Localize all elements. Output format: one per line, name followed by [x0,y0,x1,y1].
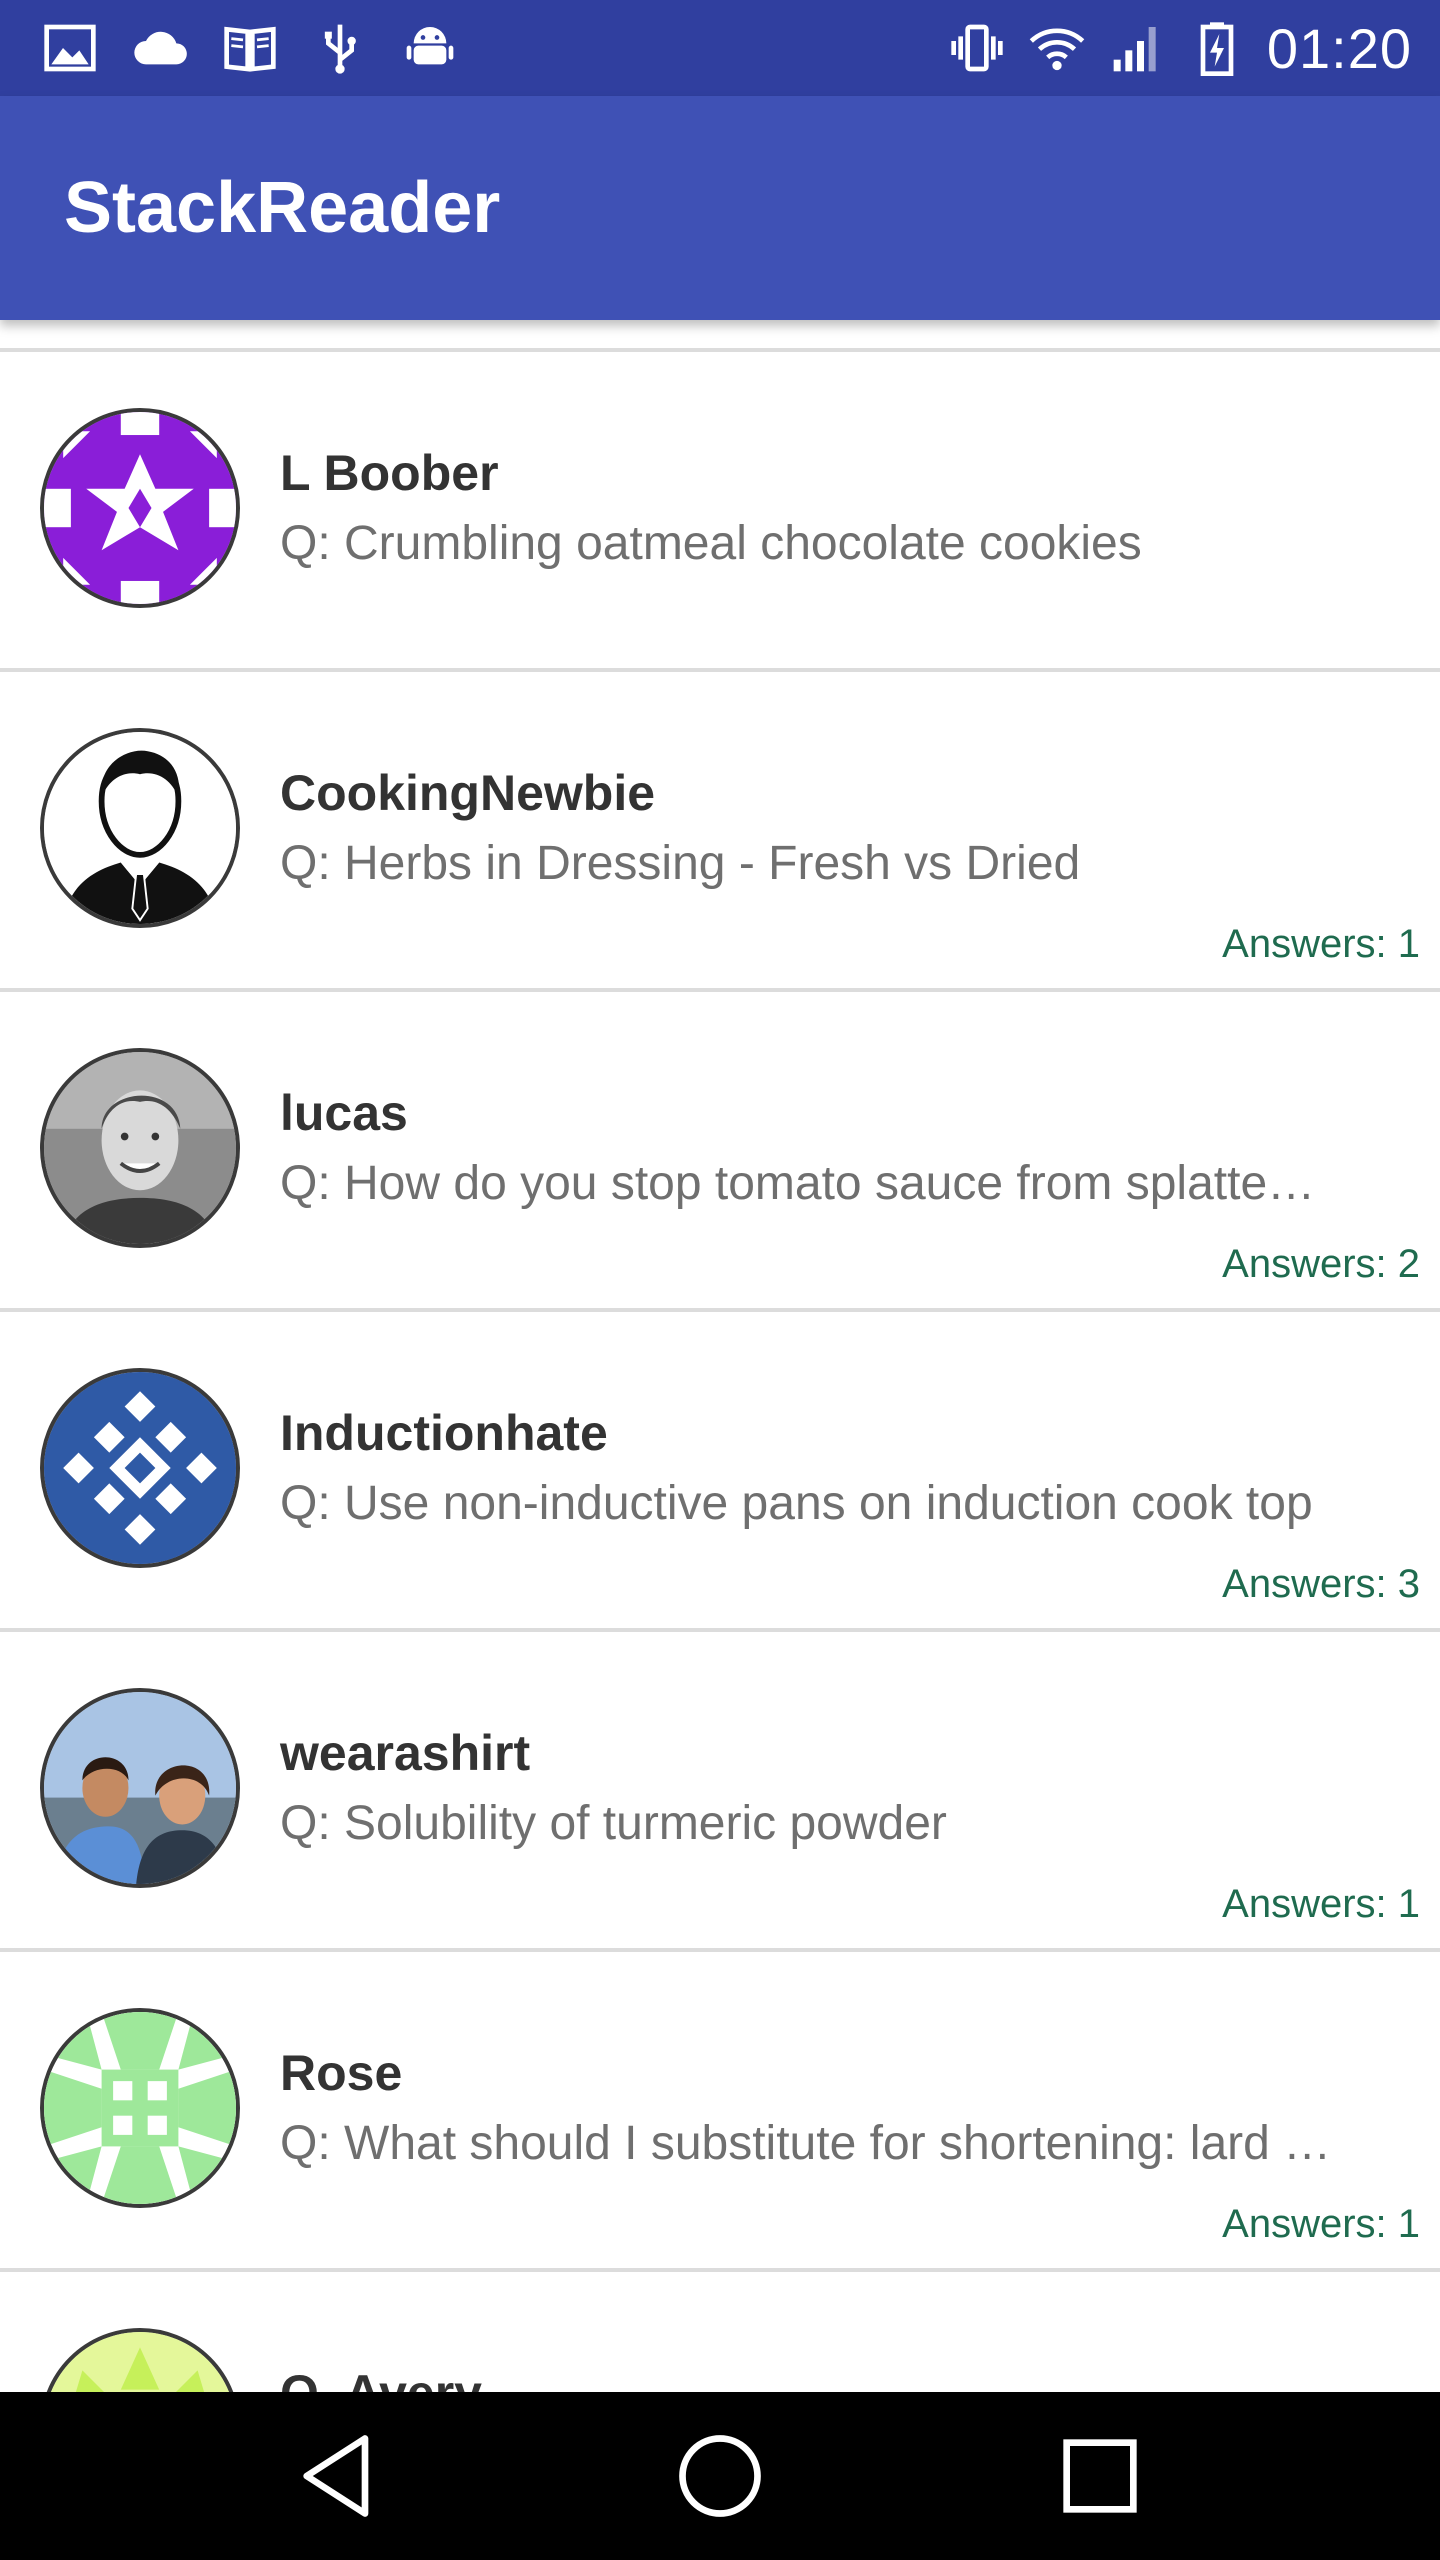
clock: 01:20 [1266,16,1412,80]
back-icon [303,2435,369,2517]
app-bar: StackReader [0,96,1440,320]
user-name: L Boober [280,445,499,501]
question-item[interactable]: wearashirt Q: Solubility of turmeric pow… [0,1632,1440,1952]
system-icons: 01:20 [947,0,1412,96]
user-name: lucas [280,1085,408,1141]
avatar [40,1048,240,1248]
user-name: Q. Avery [280,2364,482,2392]
user-name: CookingNewbie [280,765,656,821]
avatar [40,1368,240,1568]
user-name: Inductionhate [280,1405,608,1461]
home-icon [679,2435,761,2517]
back-button[interactable] [260,2392,420,2560]
question-item[interactable]: Q. Avery [0,2272,1440,2392]
question-item[interactable]: Rose Q: What should I substitute for sho… [0,1952,1440,2272]
book-icon [220,18,280,78]
avatar [40,408,240,608]
answer-count: Answers: 1 [1222,1882,1420,1926]
question-title: Q: How do you stop tomato sauce from spl… [280,1157,1316,1210]
question-title: Q: What should I substitute for shorteni… [280,2117,1332,2170]
answer-count: Answers: 3 [1222,1562,1420,1606]
status-bar: 01:20 [0,0,1440,96]
recents-icon [1063,2439,1137,2513]
vibrate-icon [947,18,1007,78]
cloud-icon [130,18,190,78]
signal-icon [1107,18,1167,78]
question-item[interactable]: CookingNewbie Q: Herbs in Dressing - Fre… [0,672,1440,992]
answer-count: Answers: 2 [1222,1242,1420,1286]
question-title: Q: Solubility of turmeric powder [280,1797,947,1850]
question-title: Q: Herbs in Dressing - Fresh vs Dried [280,837,1081,890]
question-title: Q: Crumbling oatmeal chocolate cookies [280,517,1142,570]
battery-charging-icon [1187,18,1247,78]
avatar [40,1688,240,1888]
question-list[interactable]: L Boober Q: Crumbling oatmeal chocolate … [0,320,1440,2392]
user-name: wearashirt [280,1725,531,1781]
answer-count: Answers: 1 [1222,922,1420,966]
usb-icon [310,18,370,78]
question-title: Q: Use non-inductive pans on induction c… [280,1477,1313,1530]
question-item[interactable]: lucas Q: How do you stop tomato sauce fr… [0,992,1440,1312]
home-button[interactable] [640,2392,800,2560]
wifi-icon [1027,18,1087,78]
navigation-bar [0,2392,1440,2560]
image-icon [40,18,100,78]
avatar [40,728,240,928]
avatar [40,2328,240,2392]
app-title: StackReader [64,168,501,248]
answer-count: Answers: 1 [1222,2202,1420,2246]
question-item[interactable]: Inductionhate Q: Use non-inductive pans … [0,1312,1440,1632]
question-item[interactable]: L Boober Q: Crumbling oatmeal chocolate … [0,352,1440,672]
recents-button[interactable] [1020,2392,1180,2560]
user-name: Rose [280,2045,403,2101]
notification-icons [40,0,460,96]
avatar [40,2008,240,2208]
android-icon [400,18,460,78]
